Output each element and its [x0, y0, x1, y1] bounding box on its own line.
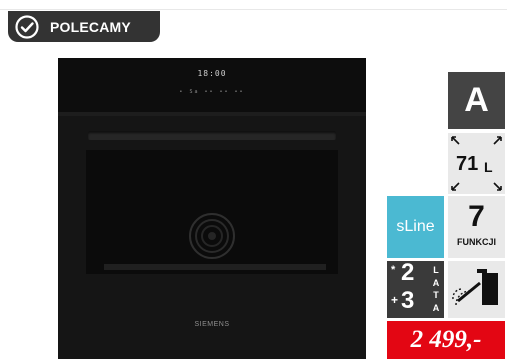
- price-value: 2 499,-: [410, 326, 482, 353]
- functions-tile: 7 FUNKCJI: [448, 196, 505, 258]
- capacity-unit: L: [484, 159, 493, 175]
- warranty-star: *: [391, 264, 396, 276]
- functions-count: 7: [468, 200, 485, 233]
- expand-arrow-icon: [451, 136, 460, 145]
- expand-arrow-icon: [493, 182, 502, 191]
- warranty-unit: L A T A: [431, 264, 441, 314]
- panel-edge: [58, 112, 366, 116]
- capacity-value: 71: [456, 153, 479, 175]
- warranty-unit-letter: A: [432, 302, 440, 313]
- warranty-tile: * 2 + 3 L A T A: [387, 259, 444, 318]
- oven-rack: [104, 264, 326, 270]
- oven-fan-icon: [189, 213, 235, 259]
- top-divider: [0, 9, 507, 10]
- price-tag[interactable]: 2 499,-: [387, 321, 505, 359]
- product-image[interactable]: 18:00 • Sa •• •• •• SIEMENS: [58, 58, 366, 359]
- warranty-extra: 3: [401, 287, 415, 314]
- installation-tile: [448, 261, 505, 318]
- energy-class-value: A: [464, 81, 489, 119]
- oven-door-handle: [88, 131, 336, 140]
- oven-display-controls: • Sa •• •• ••: [179, 89, 245, 95]
- warranty-unit-letter: A: [432, 277, 440, 288]
- warranty-unit-letter: T: [433, 290, 439, 300]
- series-label: sLine: [396, 218, 435, 235]
- expand-arrow-icon: [493, 136, 502, 145]
- brand-logo: SIEMENS: [194, 321, 230, 328]
- warranty-base: 2: [401, 259, 415, 286]
- warranty-plus: +: [391, 293, 399, 307]
- recommended-badge: POLECAMY: [8, 11, 160, 42]
- built-in-installation-icon: [452, 269, 498, 306]
- functions-label: FUNKCJI: [456, 237, 496, 247]
- control-panel: 18:00 • Sa •• •• ••: [58, 58, 366, 112]
- warranty-unit-letter: L: [433, 265, 439, 275]
- check-circle-icon: [15, 14, 39, 39]
- energy-class-tile: A: [448, 72, 505, 129]
- series-tile: sLine: [387, 196, 444, 258]
- badge-label: POLECAMY: [50, 18, 131, 35]
- oven-display-time: 18:00: [197, 69, 227, 78]
- capacity-tile: 71 L: [448, 133, 505, 194]
- expand-arrow-icon: [451, 182, 460, 191]
